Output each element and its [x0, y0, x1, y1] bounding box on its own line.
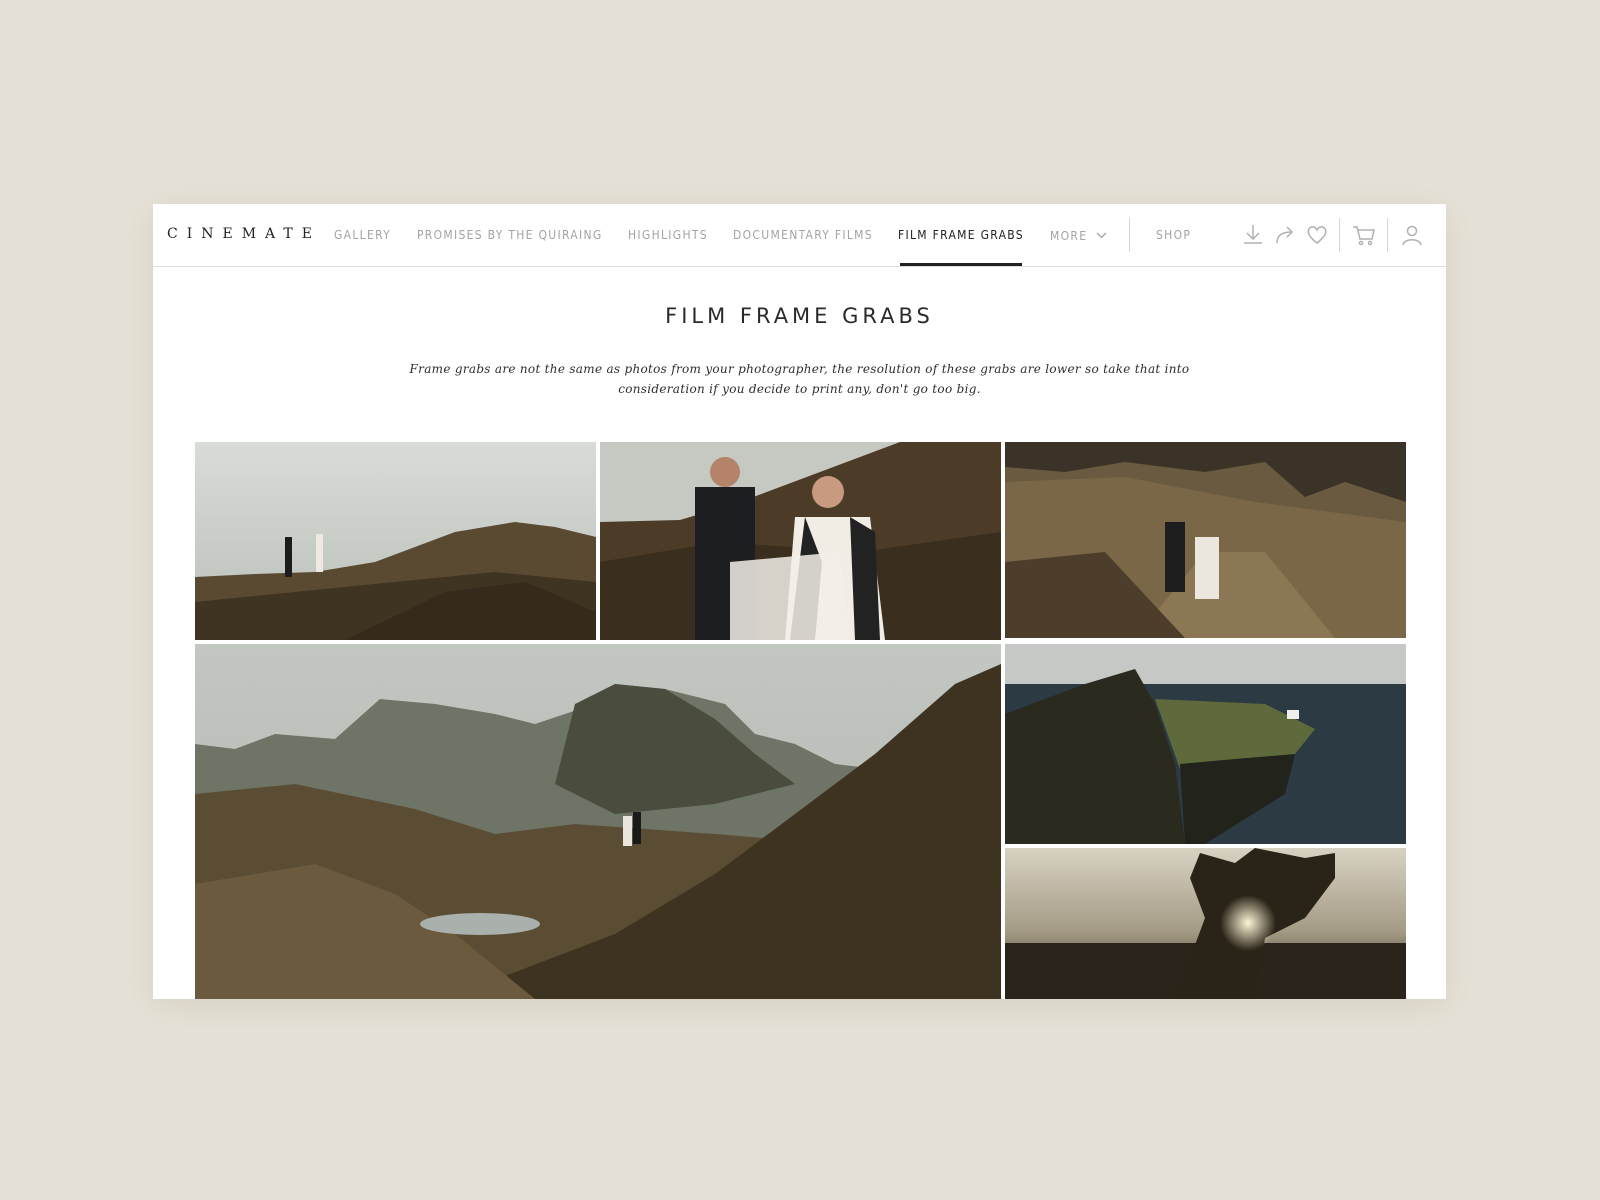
chevron-down-icon — [1096, 228, 1107, 242]
photo-couple-on-hillside[interactable] — [195, 442, 596, 640]
active-tab-indicator — [900, 263, 1022, 266]
photo-couple-walking-closeup[interactable] — [600, 442, 1001, 640]
photo-couple-on-path[interactable] — [1005, 442, 1406, 638]
icon-divider — [1387, 218, 1388, 252]
nav-more-dropdown[interactable]: MORE — [1050, 228, 1107, 243]
nav-gallery[interactable]: GALLERY — [334, 228, 391, 242]
user-icon[interactable] — [1399, 222, 1425, 248]
nav-highlights[interactable]: HIGHLIGHTS — [628, 228, 708, 242]
nav-shop[interactable]: SHOP — [1156, 228, 1191, 242]
download-icon[interactable] — [1240, 222, 1266, 248]
nav-divider — [1129, 218, 1130, 252]
share-icon[interactable] — [1272, 222, 1298, 248]
browser-window: CINEMATE GALLERY PROMISES BY THE QUIRAIN… — [153, 204, 1446, 999]
nav-promises-by-the-quiraing[interactable]: PROMISES BY THE QUIRAING — [417, 228, 603, 242]
photo-quiraing-landscape[interactable] — [195, 644, 1001, 999]
photo-sun-through-heather[interactable] — [1005, 848, 1406, 999]
brand-logo[interactable]: CINEMATE — [167, 226, 321, 242]
page-description: Frame grabs are not the same as photos f… — [409, 362, 1190, 396]
icon-divider — [1339, 218, 1340, 252]
nav-more-label: MORE — [1050, 229, 1088, 243]
cart-icon[interactable] — [1351, 222, 1377, 248]
heart-icon[interactable] — [1304, 222, 1330, 248]
top-navigation: CINEMATE GALLERY PROMISES BY THE QUIRAIN… — [153, 204, 1446, 267]
nav-film-frame-grabs[interactable]: FILM FRAME GRABS — [898, 228, 1024, 242]
page-title: FILM FRAME GRABS — [665, 304, 934, 328]
photo-coastal-lighthouse[interactable] — [1005, 644, 1406, 844]
nav-documentary-films[interactable]: DOCUMENTARY FILMS — [733, 228, 873, 242]
